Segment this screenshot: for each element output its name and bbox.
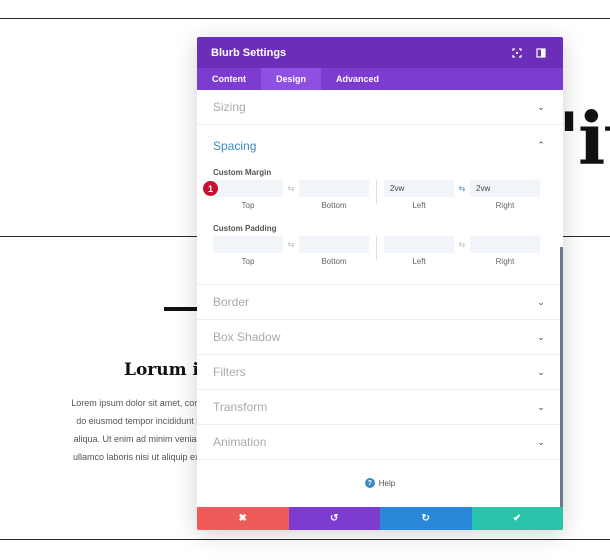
chevron-down-icon: ⌄: [537, 331, 545, 342]
field-caption: Top: [241, 257, 255, 266]
undo-button[interactable]: ↺: [288, 507, 380, 530]
help-label: Help: [378, 478, 396, 488]
step-badge: 1: [203, 181, 218, 196]
field-caption: Left: [412, 257, 426, 266]
field-caption: Right: [495, 201, 515, 210]
modal-tabs: Content Design Advanced: [197, 68, 563, 90]
field-caption: Bottom: [321, 201, 347, 210]
custom-margin-row: 1 Top ⇆ Bottom 2vw Left ⇆ 2vw Right: [203, 180, 547, 218]
blurb-line: aliqua. Ut enim ad minim veniam,: [73, 434, 197, 444]
padding-top-bottom: Top ⇆ Bottom: [213, 236, 369, 266]
section-border[interactable]: Border ⌄: [197, 285, 563, 320]
help-icon: ?: [364, 478, 375, 488]
section-divider-top: [0, 18, 610, 19]
blurb-image-dash: [164, 307, 200, 311]
tab-advanced[interactable]: Advanced: [321, 68, 394, 90]
sidebar-dock-icon[interactable]: [533, 45, 549, 61]
section-spacing[interactable]: Spacing ⌃: [197, 125, 563, 166]
section-label: Sizing: [213, 100, 246, 114]
blurb-settings-modal: Blurb Settings Content Design Advanced S…: [197, 37, 563, 530]
section-animation[interactable]: Animation ⌄: [197, 425, 563, 460]
spacing-options: Custom Margin 1 Top ⇆ Bottom 2vw Left ⇆ …: [197, 166, 563, 285]
margin-top-input[interactable]: [213, 180, 283, 197]
modal-footer: ✖ ↺ ↻ ✔: [197, 507, 563, 530]
padding-top-input[interactable]: [213, 236, 283, 253]
link-icon[interactable]: ⇆: [283, 180, 299, 197]
link-active-icon[interactable]: ⇆: [454, 180, 470, 197]
margin-left-right: 2vw Left ⇆ 2vw Right: [384, 180, 540, 210]
padding-left-right: Left ⇆ Right: [384, 236, 540, 266]
padding-right-input[interactable]: [470, 236, 540, 253]
section-filters[interactable]: Filters ⌄: [197, 355, 563, 390]
link-icon[interactable]: ⇆: [283, 236, 299, 253]
section-sizing[interactable]: Sizing ⌄: [197, 90, 563, 125]
divider: [376, 180, 377, 204]
blurb-line: Lorem ipsum dolor sit amet, conse: [71, 398, 197, 408]
modal-header[interactable]: Blurb Settings: [197, 37, 563, 68]
field-caption: Bottom: [321, 257, 347, 266]
custom-margin-label: Custom Margin: [213, 168, 272, 177]
custom-padding-row: Top ⇆ Bottom Left ⇆ Right: [213, 236, 547, 274]
section-transform[interactable]: Transform ⌄: [197, 390, 563, 425]
help-link[interactable]: ? Help: [197, 460, 563, 506]
tab-design[interactable]: Design: [261, 68, 322, 90]
section-label: Transform: [213, 400, 268, 414]
redo-button[interactable]: ↻: [380, 507, 472, 530]
section-box-shadow[interactable]: Box Shadow ⌄: [197, 320, 563, 355]
blurb-body: Lorem ipsum dolor sit amet, conse do eiu…: [40, 394, 197, 466]
chevron-down-icon: ⌄: [537, 296, 545, 307]
save-button[interactable]: ✔: [471, 507, 563, 530]
link-icon[interactable]: ⇆: [454, 236, 470, 253]
tab-content[interactable]: Content: [197, 68, 261, 90]
blurb-line: do eiusmod tempor incididunt ut: [76, 416, 197, 426]
custom-padding-label: Custom Padding: [213, 224, 277, 233]
margin-bottom-input[interactable]: [299, 180, 369, 197]
blurb-line: ullamco laboris nisi ut aliquip ex e: [72, 452, 197, 462]
chevron-down-icon: ⌄: [537, 401, 545, 412]
fullscreen-icon[interactable]: [509, 45, 525, 61]
chevron-down-icon: ⌄: [537, 436, 545, 447]
section-label: Animation: [213, 435, 267, 449]
field-caption: Left: [412, 201, 426, 210]
chevron-up-icon: ⌃: [537, 140, 545, 150]
scrollbar[interactable]: [560, 247, 563, 530]
page-heading-fragment: 'it: [558, 96, 610, 181]
field-caption: Right: [495, 257, 515, 266]
cancel-button[interactable]: ✖: [197, 507, 289, 530]
modal-title: Blurb Settings: [211, 46, 287, 59]
section-label: Border: [213, 295, 250, 309]
margin-right-input[interactable]: 2vw: [470, 180, 540, 197]
padding-bottom-input[interactable]: [299, 236, 369, 253]
margin-left-input[interactable]: 2vw: [384, 180, 454, 197]
section-label: Box Shadow: [213, 330, 281, 344]
section-label: Spacing: [213, 138, 257, 153]
padding-left-input[interactable]: [384, 236, 454, 253]
chevron-down-icon: ⌄: [537, 366, 545, 377]
section-label: Filters: [213, 365, 246, 379]
section-divider-bottom: [0, 539, 610, 540]
divider: [376, 236, 377, 260]
settings-body: Sizing ⌄ Spacing ⌃ Custom Margin 1 Top ⇆: [197, 90, 563, 507]
margin-top-bottom: Top ⇆ Bottom: [213, 180, 369, 210]
chevron-down-icon: ⌄: [537, 101, 545, 112]
field-caption: Top: [241, 201, 255, 210]
